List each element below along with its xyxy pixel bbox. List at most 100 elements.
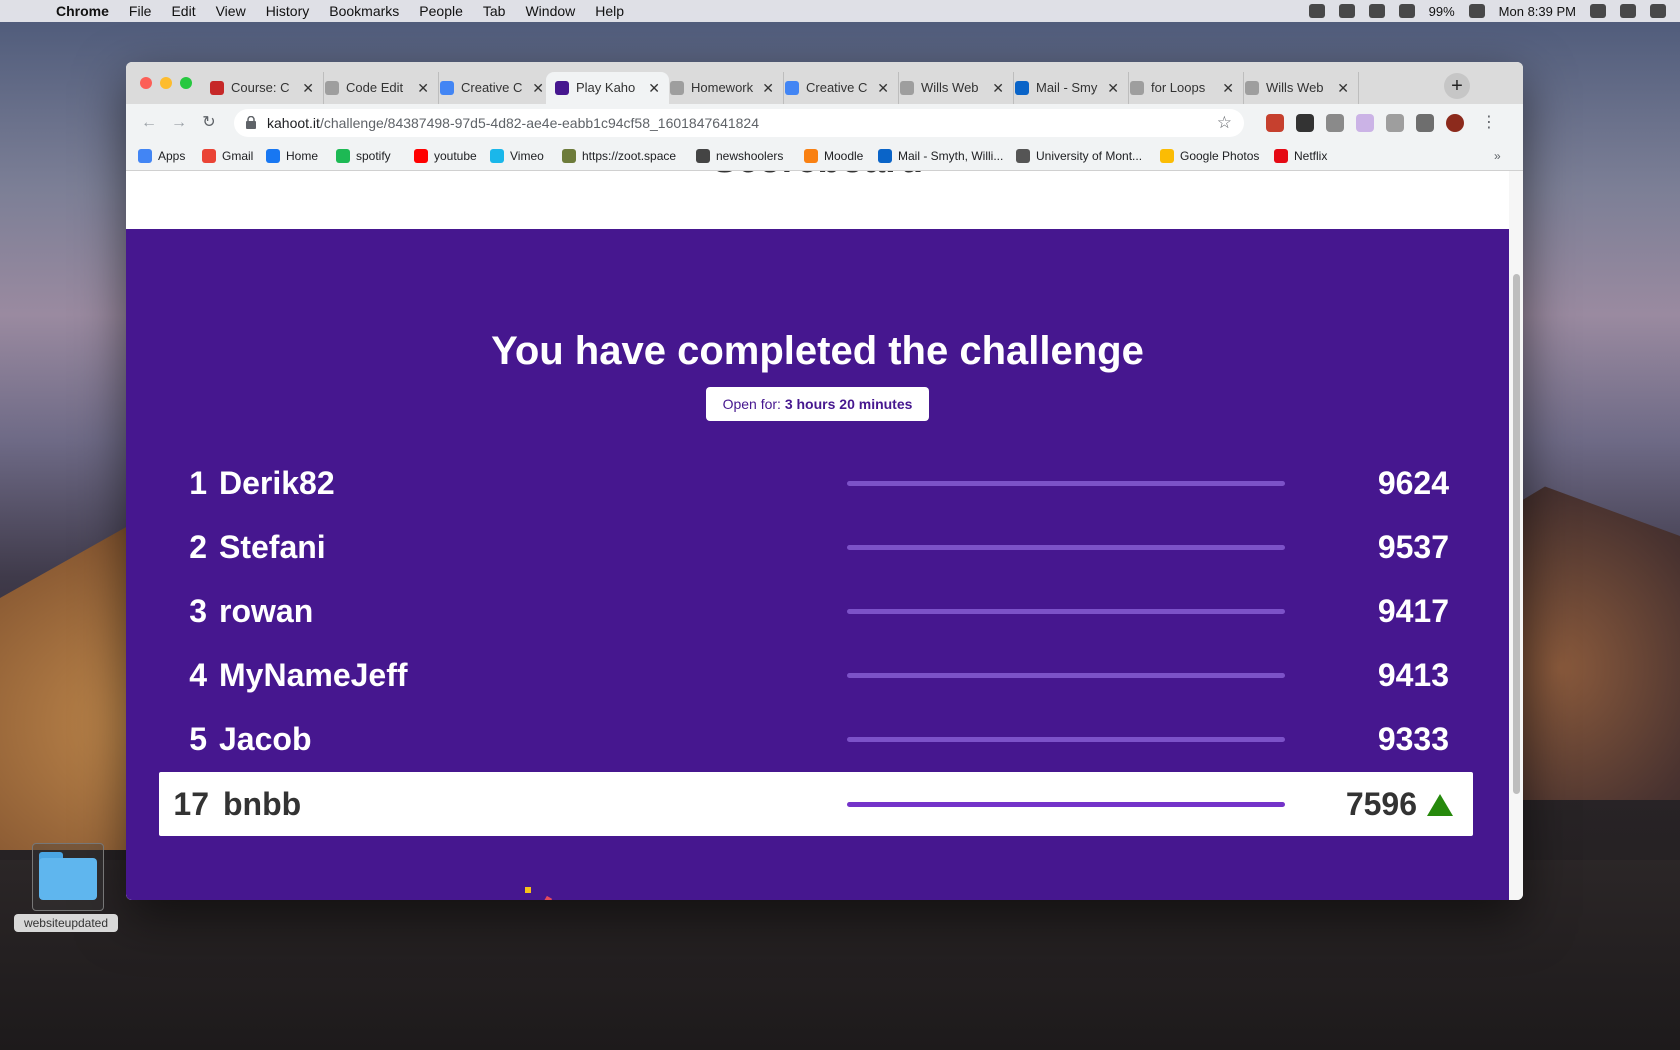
menu-tab[interactable]: Tab [483, 3, 506, 19]
battery-percent[interactable]: 99% [1429, 4, 1455, 19]
bookmark-item[interactable]: youtube [414, 142, 477, 170]
tab-item[interactable]: Homework ✕ [661, 72, 784, 104]
battery-icon[interactable] [1468, 4, 1485, 18]
lock-icon [246, 116, 256, 129]
desktop-folder-icon[interactable] [32, 843, 104, 911]
window-minimize-button[interactable] [160, 77, 172, 89]
back-button[interactable]: ← [138, 112, 160, 134]
profile-avatar[interactable] [1446, 114, 1464, 132]
puzzle-extensions-icon[interactable] [1416, 114, 1434, 132]
page-scrollbar-thumb[interactable] [1513, 274, 1520, 794]
bookmarks-overflow-icon[interactable]: » [1494, 142, 1501, 170]
tab-item[interactable]: Creative C ✕ [431, 72, 554, 104]
tab-close-icon[interactable]: ✕ [762, 72, 774, 104]
address-bar[interactable]: kahoot.it/challenge/84387498-97d5-4d82-a… [234, 109, 1244, 137]
shield-extension-icon[interactable] [1386, 114, 1404, 132]
score-bar [847, 609, 1285, 614]
bookmark-favicon-icon [1160, 148, 1174, 163]
bookmark-item[interactable]: Vimeo [490, 142, 544, 170]
tab-label: Code Edit [346, 80, 404, 95]
menu-window[interactable]: Window [525, 3, 575, 19]
tab-close-icon[interactable]: ✕ [532, 72, 544, 104]
menu-app-name[interactable]: Chrome [56, 3, 109, 19]
tab-item[interactable]: Course: C ✕ [201, 72, 324, 104]
airplay-icon[interactable] [1338, 4, 1355, 18]
menu-file[interactable]: File [129, 3, 152, 19]
bookmark-label: Gmail [222, 149, 254, 163]
tab-close-icon[interactable]: ✕ [302, 72, 314, 104]
bookmark-item[interactable]: University of Mont... [1016, 142, 1142, 170]
siri-icon[interactable] [1620, 4, 1636, 18]
tab-close-icon[interactable]: ✕ [1107, 72, 1119, 104]
tab-favicon-icon [440, 81, 454, 95]
window-zoom-button[interactable] [180, 77, 192, 89]
player-score: 9413 [1377, 657, 1449, 693]
window-close-button[interactable] [140, 77, 152, 89]
tab-close-icon[interactable]: ✕ [648, 72, 660, 104]
bookmark-star-icon[interactable]: ☆ [1217, 109, 1232, 137]
bookmark-item[interactable]: Apps [138, 142, 185, 170]
bookmark-item[interactable]: spotify [336, 142, 391, 170]
tab-favicon-icon [210, 81, 224, 95]
player-score: 9333 [1377, 721, 1449, 757]
extension-icon-1[interactable] [1266, 114, 1284, 132]
tab-favicon-icon [1245, 81, 1259, 95]
bookmark-item[interactable]: newshoolers [696, 142, 783, 170]
browser-window: Course: C ✕ Code Edit ✕ Creative C ✕ Play Kaho… [126, 62, 1523, 900]
tab-item[interactable]: Wills Web ✕ [1236, 72, 1359, 104]
tab-close-icon[interactable]: ✕ [877, 72, 889, 104]
forward-button[interactable]: → [168, 112, 190, 134]
extension-icon-4[interactable] [1356, 114, 1374, 132]
desktop-folder-label[interactable]: websiteupdated [14, 914, 118, 932]
score-bar [847, 737, 1285, 742]
score-bar [847, 802, 1285, 807]
tab-label: Wills Web [1266, 80, 1324, 95]
bluetooth-icon[interactable] [1368, 4, 1385, 18]
bookmark-item[interactable]: Home [266, 142, 318, 170]
bookmark-item[interactable]: Gmail [202, 142, 253, 170]
menu-edit[interactable]: Edit [171, 3, 195, 19]
apple-menu-icon[interactable] [20, 3, 36, 19]
tab-close-icon[interactable]: ✕ [992, 72, 1004, 104]
spotlight-search-icon[interactable] [1590, 4, 1606, 18]
tab-close-icon[interactable]: ✕ [1337, 72, 1349, 104]
tab-item[interactable]: Wills Web ✕ [891, 72, 1014, 104]
tab-item[interactable]: Creative C ✕ [776, 72, 899, 104]
bookmark-label: https://zoot.space [582, 149, 677, 163]
address-url: kahoot.it/challenge/84387498-97d5-4d82-a… [267, 109, 759, 137]
tab-item[interactable]: Code Edit ✕ [316, 72, 439, 104]
bookmark-item[interactable]: Moodle [804, 142, 863, 170]
player-score: 9417 [1377, 593, 1449, 629]
player-name: rowan [219, 593, 314, 629]
chrome-menu-icon[interactable]: ⋮ [1478, 112, 1500, 134]
menu-history[interactable]: History [266, 3, 310, 19]
player-name: Stefani [219, 529, 326, 565]
menu-people[interactable]: People [419, 3, 463, 19]
tab-close-icon[interactable]: ✕ [417, 72, 429, 104]
extension-icon-2[interactable] [1296, 114, 1314, 132]
wifi-icon[interactable] [1398, 4, 1415, 18]
extension-icon-3[interactable] [1326, 114, 1344, 132]
creative-cloud-icon[interactable] [1308, 4, 1325, 18]
menu-bookmarks[interactable]: Bookmarks [329, 3, 399, 19]
tab-close-icon[interactable]: ✕ [1222, 72, 1234, 104]
menu-help[interactable]: Help [595, 3, 624, 19]
player-rank: 4 [189, 657, 207, 693]
menu-clock[interactable]: Mon 8:39 PM [1499, 4, 1576, 19]
bookmark-item[interactable]: Netflix [1274, 142, 1327, 170]
reload-button[interactable]: ↻ [198, 112, 220, 134]
tab-item[interactable]: for Loops ✕ [1121, 72, 1244, 104]
bookmark-item[interactable]: Mail - Smyth, Willi... [878, 142, 1003, 170]
new-tab-button[interactable]: + [1444, 73, 1470, 99]
bookmark-label: Home [286, 149, 319, 163]
notification-center-icon[interactable] [1650, 4, 1666, 18]
tab-item[interactable]: Mail - Smy ✕ [1006, 72, 1129, 104]
tab-label: Creative C [806, 80, 868, 95]
player-name: bnbb [223, 786, 302, 822]
bookmark-label: Google Photos [1180, 149, 1260, 163]
player-name: MyNameJeff [219, 657, 408, 693]
bookmark-item[interactable]: https://zoot.space [562, 142, 676, 170]
bookmark-item[interactable]: Google Photos [1160, 142, 1259, 170]
tab-item[interactable]: Play Kaho ✕ [546, 72, 669, 104]
menu-view[interactable]: View [216, 3, 246, 19]
